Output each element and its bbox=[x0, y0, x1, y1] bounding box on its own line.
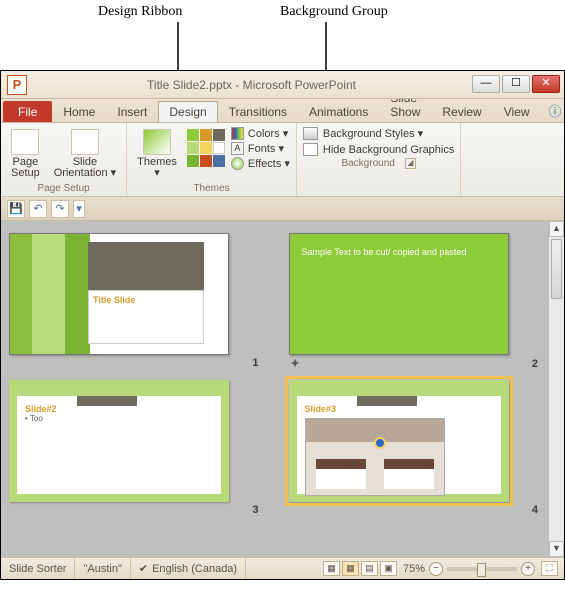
slide-number-1: 1 bbox=[252, 357, 258, 369]
scroll-down-icon[interactable]: ▼ bbox=[549, 541, 564, 557]
help-icon[interactable]: ⓘ bbox=[541, 99, 565, 122]
theme-swatches[interactable] bbox=[187, 129, 225, 167]
theme-colors-button[interactable]: Colors ▾ bbox=[231, 127, 290, 140]
zoom-in-button[interactable]: + bbox=[521, 562, 535, 576]
zoom-out-button[interactable]: − bbox=[429, 562, 443, 576]
normal-view-button[interactable]: ▦ bbox=[323, 561, 340, 576]
group-page-setup: Page Setup Slide Orientation ▾ Page Setu… bbox=[1, 123, 127, 196]
effects-icon bbox=[231, 157, 244, 170]
slide-thumbnail-3[interactable]: Slide#2 • Too bbox=[9, 380, 229, 502]
tab-animations[interactable]: Animations bbox=[298, 101, 379, 122]
ribbon-tabs: File Home Insert Design Transitions Anim… bbox=[1, 99, 564, 123]
slide-number-4: 4 bbox=[532, 504, 538, 516]
effects-label: Effects ▾ bbox=[248, 157, 290, 170]
status-theme: "Austin" bbox=[75, 558, 130, 579]
group-themes: Themes ▾ Colors ▾ A Fonts ▾ Effects ▾ The… bbox=[127, 123, 297, 196]
scroll-up-icon[interactable]: ▲ bbox=[549, 221, 564, 237]
checkbox-icon bbox=[303, 143, 318, 156]
slide-sorter-stage: Title Slide 1 Sample Text to be cut/ cop… bbox=[1, 221, 548, 557]
tab-design[interactable]: Design bbox=[158, 101, 217, 122]
titlebar: P Title Slide2.pptx - Microsoft PowerPoi… bbox=[1, 71, 564, 99]
group-background: Background Styles ▾ Hide Background Grap… bbox=[297, 123, 461, 196]
page-setup-icon bbox=[11, 129, 39, 155]
slide-thumbnail-1[interactable]: Title Slide bbox=[9, 233, 229, 355]
slideshow-view-button[interactable]: ▣ bbox=[380, 561, 397, 576]
zoom-slider[interactable] bbox=[447, 567, 517, 571]
hide-background-checkbox[interactable]: Hide Background Graphics bbox=[303, 143, 454, 156]
annotation-background-group: Background Group bbox=[280, 4, 388, 20]
fonts-label: Fonts ▾ bbox=[248, 142, 284, 155]
window-title: Title Slide2.pptx - Microsoft PowerPoint bbox=[33, 78, 470, 92]
status-language[interactable]: ✔ English (Canada) bbox=[131, 558, 246, 579]
tab-view[interactable]: View bbox=[493, 101, 541, 122]
qat-customize-button[interactable]: ▾ bbox=[73, 200, 85, 218]
fonts-icon: A bbox=[231, 142, 244, 155]
tab-insert[interactable]: Insert bbox=[106, 101, 158, 122]
maximize-button[interactable]: ☐ bbox=[502, 75, 530, 93]
background-dialog-launcher[interactable]: ◢ bbox=[405, 158, 416, 169]
tab-file[interactable]: File bbox=[3, 101, 52, 122]
animation-star-icon: ✦ bbox=[291, 357, 300, 370]
reading-view-button[interactable]: ▤ bbox=[361, 561, 378, 576]
scroll-thumb[interactable] bbox=[551, 239, 562, 299]
status-view-mode: Slide Sorter bbox=[1, 558, 75, 579]
undo-button[interactable]: ↶ bbox=[29, 200, 47, 218]
slide-number-3: 3 bbox=[252, 504, 258, 516]
slide-number-2: 2 bbox=[532, 358, 538, 370]
ribbon-design: Page Setup Slide Orientation ▾ Page Setu… bbox=[1, 123, 564, 197]
zoom-level[interactable]: 75% bbox=[403, 563, 425, 575]
fit-to-window-button[interactable]: ⛶ bbox=[541, 561, 558, 576]
slide3-bullet: • Too bbox=[25, 414, 213, 423]
tab-transitions[interactable]: Transitions bbox=[218, 101, 298, 122]
status-bar: Slide Sorter "Austin" ✔ English (Canada)… bbox=[1, 557, 564, 579]
group-label-background: Background ◢ bbox=[341, 158, 415, 169]
colors-label: Colors ▾ bbox=[248, 127, 288, 140]
slide-thumbnail-4[interactable]: Slide#3 bbox=[289, 380, 509, 502]
sorter-view-button[interactable]: ▦ bbox=[342, 561, 359, 576]
close-button[interactable]: ✕ bbox=[532, 75, 560, 93]
group-label-page-setup: Page Setup bbox=[37, 183, 89, 194]
vertical-scrollbar[interactable]: ▲ ▼ bbox=[548, 221, 564, 557]
colors-icon bbox=[231, 127, 244, 140]
theme-fonts-button[interactable]: A Fonts ▾ bbox=[231, 142, 290, 155]
orientation-icon bbox=[71, 129, 99, 155]
tab-home[interactable]: Home bbox=[52, 101, 106, 122]
save-button[interactable]: 💾 bbox=[7, 200, 25, 218]
slide1-title: Title Slide bbox=[93, 295, 199, 305]
quick-access-toolbar: 💾 ↶ ↷ ▾ bbox=[1, 197, 564, 221]
background-styles-button[interactable]: Background Styles ▾ bbox=[303, 127, 423, 140]
slide2-text: Sample Text to be cut/ copied and pasted bbox=[302, 246, 496, 258]
themes-label: Themes ▾ bbox=[137, 157, 177, 179]
annotation-design-ribbon: Design Ribbon bbox=[98, 4, 182, 20]
slide-thumbnail-2[interactable]: Sample Text to be cut/ copied and pasted bbox=[289, 233, 509, 355]
tab-review[interactable]: Review bbox=[431, 101, 492, 122]
page-setup-label: Page Setup bbox=[11, 157, 40, 179]
app-window: P Title Slide2.pptx - Microsoft PowerPoi… bbox=[0, 70, 565, 580]
background-styles-icon bbox=[303, 127, 318, 140]
powerpoint-icon: P bbox=[7, 75, 27, 95]
theme-effects-button[interactable]: Effects ▾ bbox=[231, 157, 290, 170]
page-setup-button[interactable]: Page Setup bbox=[7, 127, 44, 181]
slide-orientation-button[interactable]: Slide Orientation ▾ bbox=[50, 127, 120, 181]
slide4-image-placeholder bbox=[305, 418, 445, 496]
themes-icon bbox=[143, 129, 171, 155]
spellcheck-icon: ✔ bbox=[139, 562, 148, 575]
redo-button[interactable]: ↷ bbox=[51, 200, 69, 218]
orientation-label: Slide Orientation ▾ bbox=[54, 157, 116, 179]
minimize-button[interactable]: — bbox=[472, 75, 500, 93]
themes-button[interactable]: Themes ▾ bbox=[133, 127, 181, 181]
background-styles-label: Background Styles ▾ bbox=[323, 127, 423, 140]
group-label-themes: Themes bbox=[193, 183, 229, 194]
hide-background-label: Hide Background Graphics bbox=[323, 144, 454, 156]
